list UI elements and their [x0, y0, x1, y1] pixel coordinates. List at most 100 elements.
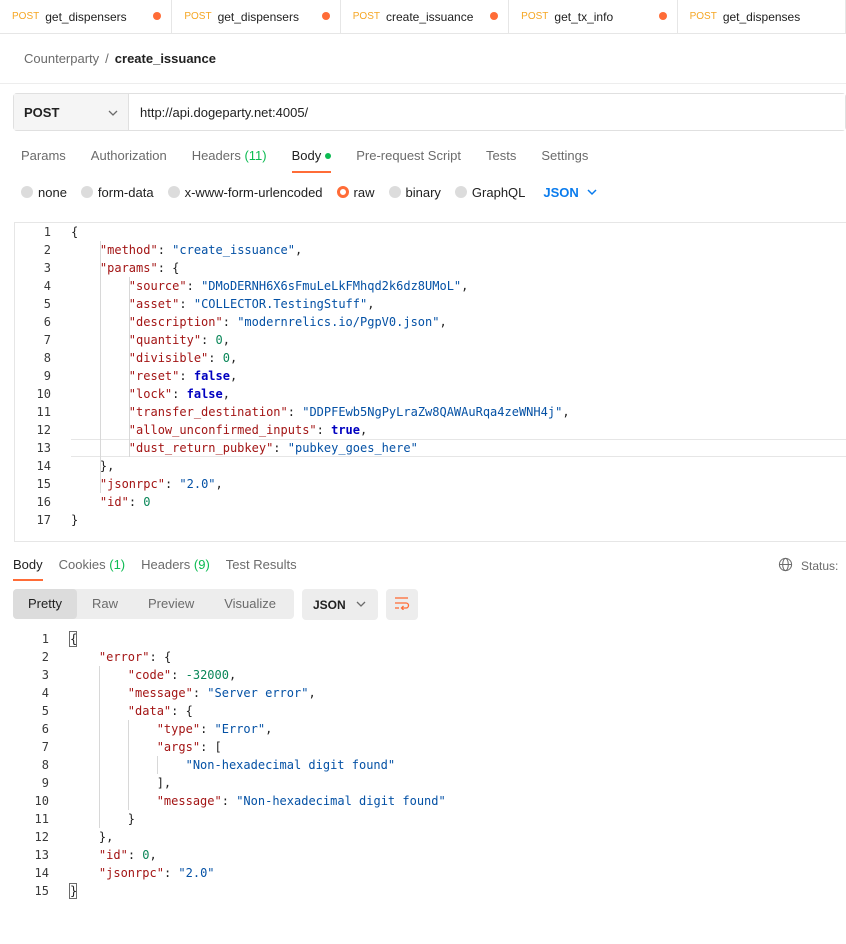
view-mode-pretty[interactable]: Pretty	[13, 589, 77, 619]
request-body-editor[interactable]: 1 {2 "method": "create_issuance", 3 "param…	[14, 222, 846, 542]
radio-icon[interactable]	[21, 186, 33, 198]
breadcrumb-request-name[interactable]: create_issuance	[115, 51, 216, 66]
response-tab-test-results[interactable]: Test Results	[226, 557, 297, 579]
radio-icon[interactable]	[80, 186, 93, 198]
body-mode-form-data[interactable]: form-data	[80, 185, 154, 200]
tab-name: create_issuance	[385, 9, 474, 24]
response-tab-cookies[interactable]: Cookies (1)	[59, 557, 125, 579]
view-mode-raw[interactable]: Raw	[77, 589, 133, 619]
tab-pre-request-script[interactable]: Pre-request Script	[356, 148, 461, 172]
code-line: "transfer_destination": "DDPFEwb5NgPyLra…	[128, 405, 570, 419]
body-language-value: JSON	[543, 184, 579, 200]
line-number: 8	[43, 351, 51, 365]
response-body-viewer[interactable]: 1{2 "error": {3 "code": -32000, 4 "messag…	[0, 630, 846, 900]
body-mode-raw[interactable]: raw	[336, 184, 375, 200]
tab-method: POST	[352, 11, 380, 22]
code-line: "type": "Error",	[156, 722, 273, 736]
tab-label: Body	[13, 557, 43, 572]
body-language-select[interactable]: JSON	[543, 184, 597, 200]
url-input[interactable]	[129, 94, 845, 130]
request-section-tabs: Params Authorization Headers (11) Body Pre-r…	[21, 148, 613, 173]
radio-icon[interactable]	[336, 186, 349, 198]
code-line: {	[71, 225, 79, 239]
request-tab[interactable]: POST get_dispensers	[0, 0, 173, 33]
request-tab[interactable]: POST get_dispensers	[172, 0, 341, 33]
response-format-select[interactable]: JSON	[302, 589, 378, 620]
line-number: 6	[41, 722, 49, 736]
body-mode-label: GraphQL	[471, 184, 526, 200]
response-tab-body[interactable]: Body	[13, 557, 43, 581]
line-number: 12	[34, 830, 49, 844]
tab-label: Tests	[486, 148, 517, 163]
tab-tests[interactable]: Tests	[486, 148, 516, 172]
line-number: 7	[41, 740, 49, 754]
body-mode-graphql[interactable]: GraphQL	[454, 184, 526, 200]
line-number: 3	[43, 261, 51, 275]
tab-count: (11)	[244, 148, 267, 163]
body-mode-x-www-form-urlencoded[interactable]: x-www-form-urlencoded	[167, 185, 323, 200]
tab-params[interactable]: Params	[21, 148, 66, 172]
line-number: 6	[43, 315, 51, 329]
response-format-value: JSON	[313, 597, 346, 612]
code-line: "jsonrpc": "2.0",	[99, 477, 223, 491]
line-number: 2	[41, 650, 49, 664]
body-mode-options: none form-data x-www-form-urlencoded raw bin…	[21, 184, 597, 200]
tab-label: Settings	[541, 148, 589, 163]
request-tab[interactable]: POST get_tx_info	[509, 0, 678, 33]
request-tab[interactable]: POST get_dispenses	[678, 0, 846, 33]
tab-authorization[interactable]: Authorization	[91, 148, 167, 172]
tab-count: (1)	[109, 557, 126, 572]
breadcrumb: Counterparty / create_issuance	[24, 51, 216, 66]
line-number: 17	[36, 513, 51, 527]
view-mode-visualize[interactable]: Visualize	[209, 589, 291, 619]
globe-icon[interactable]	[778, 557, 793, 575]
request-tab[interactable]: POST create_issuance	[340, 0, 510, 33]
line-number: 3	[41, 668, 49, 682]
method-select-value: POST	[24, 104, 60, 120]
body-mode-none[interactable]: none	[21, 185, 67, 200]
tab-label: Body	[291, 148, 322, 163]
tab-label: Cookies	[58, 557, 106, 572]
radio-icon[interactable]	[167, 186, 180, 198]
tab-label: Authorization	[90, 148, 167, 163]
method-select[interactable]: POST	[14, 94, 129, 130]
line-number: 13	[36, 441, 51, 455]
radio-icon[interactable]	[388, 186, 401, 198]
code-line: },	[70, 830, 114, 844]
code-line: "error": {	[98, 650, 172, 664]
tab-method: POST	[521, 11, 549, 22]
line-number: 10	[36, 387, 51, 401]
indent-guide	[99, 666, 100, 828]
response-tabs: Body Cookies (1) Headers (9) Test Results	[13, 557, 313, 581]
chevron-down-icon	[108, 106, 118, 121]
chevron-down-icon	[356, 598, 366, 612]
code-line: }	[70, 812, 136, 826]
body-mode-binary[interactable]: binary	[388, 185, 441, 200]
line-number: 9	[41, 776, 49, 790]
tab-method: POST	[184, 11, 212, 22]
tab-headers[interactable]: Headers (11)	[192, 148, 267, 172]
tab-body[interactable]: Body	[291, 148, 332, 173]
line-number: 15	[34, 884, 49, 898]
code-line: ],	[70, 776, 172, 790]
code-line: "dust_return_pubkey": "pubkey_goes_here"	[128, 441, 418, 455]
wrap-lines-button[interactable]	[386, 589, 418, 620]
code-line: "Non-hexadecimal digit found"	[185, 758, 396, 772]
line-number: 8	[41, 758, 49, 772]
unsaved-dot-icon	[321, 12, 330, 20]
breadcrumb-collection[interactable]: Counterparty	[24, 51, 99, 66]
url-bar: POST	[13, 93, 846, 131]
tab-name: get_dispenses	[722, 9, 801, 24]
view-mode-preview[interactable]: Preview	[133, 589, 209, 619]
status-label: Status:	[801, 559, 839, 573]
body-mode-label: none	[38, 184, 67, 200]
line-number: 15	[36, 477, 51, 491]
tab-settings[interactable]: Settings	[541, 148, 588, 172]
unsaved-dot-icon	[658, 12, 667, 20]
code-line: "id": 0	[99, 495, 151, 509]
indent-guide	[128, 720, 129, 810]
bracket-match-highlight	[69, 631, 77, 647]
body-mode-label: raw	[353, 184, 375, 200]
radio-icon[interactable]	[454, 186, 467, 198]
response-tab-headers[interactable]: Headers (9)	[141, 557, 210, 579]
